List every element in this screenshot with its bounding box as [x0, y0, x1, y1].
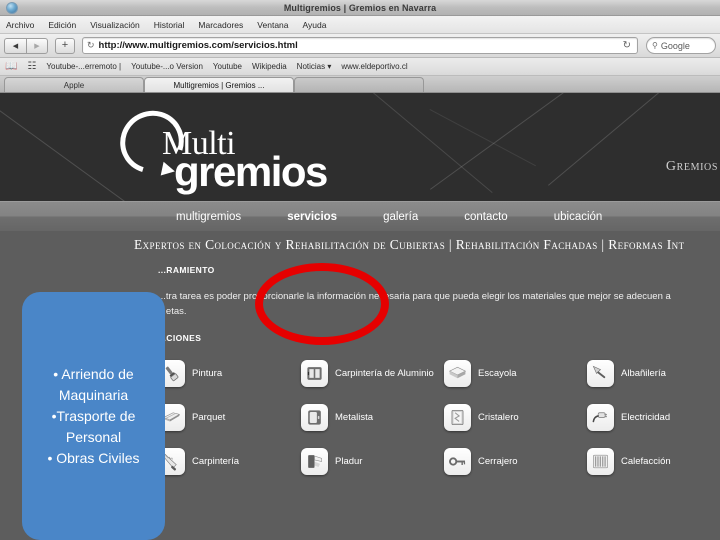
address-bar-url: http://www.multigremios.com/servicios.ht… — [98, 40, 298, 51]
grid-icon[interactable]: ☷ — [27, 61, 36, 72]
service-item-escayola[interactable]: Escayola — [444, 351, 587, 395]
annotation-line-2: •Trasporte de — [51, 407, 136, 424]
site-nav-multigremios[interactable]: multigremios — [176, 211, 241, 223]
bookmark-item-0[interactable]: Youtube-...erremoto | — [46, 62, 121, 71]
service-label: Carpintería — [192, 455, 239, 467]
menu-archivo[interactable]: Archivo — [6, 20, 34, 30]
refresh-icon[interactable]: ↻ — [623, 40, 633, 51]
service-label: Cerrajero — [478, 455, 518, 467]
service-label: Cristalero — [478, 411, 519, 423]
apple-logo-icon — [6, 2, 18, 14]
menu-marcadores[interactable]: Marcadores — [198, 20, 243, 30]
plasterboard-icon — [301, 447, 328, 475]
search-icon: ⚲ — [652, 41, 658, 50]
annotation-line-0: • Arriendo de — [53, 365, 134, 382]
service-label: Escayola — [478, 367, 517, 379]
menu-historial[interactable]: Historial — [154, 20, 185, 30]
site-nav-contacto[interactable]: contacto — [464, 211, 507, 223]
bookmarks-bar: 📖 ☷ Youtube-...erremoto | Youtube-...o V… — [0, 58, 720, 76]
forward-button[interactable]: ▶ — [26, 37, 48, 54]
plug-icon — [587, 403, 614, 431]
address-bar[interactable]: ↻ http://www.multigremios.com/servicios.… — [82, 37, 638, 54]
services-icon-grid: Pintura Carpintería de Aluminio Escayola — [158, 351, 720, 483]
window-title: Multigremios | Gremios en Navarra — [283, 2, 437, 13]
service-label: Calefacción — [621, 455, 671, 467]
site-tagline: Expertos en Colocación y Rehabilitación … — [0, 231, 720, 259]
service-label: Parquet — [192, 411, 226, 423]
header-diagonal-line — [429, 109, 536, 167]
service-item-albanileria[interactable]: Albañilería — [587, 351, 720, 395]
application-menubar: Archivo Edición Visualización Historial … — [0, 16, 720, 34]
browser-toolbar: ◀ ▶ + ↻ http://www.multigremios.com/serv… — [0, 34, 720, 58]
bookmark-item-4[interactable]: Noticias ▾ — [297, 62, 332, 71]
service-label: Pladur — [335, 455, 363, 467]
tab-multigremios[interactable]: Multigremios | Gremios ... — [144, 77, 294, 92]
service-item-carpinteria-aluminio[interactable]: Carpintería de Aluminio — [301, 351, 444, 395]
site-nav-servicios[interactable]: servicios — [287, 211, 337, 223]
annotation-line-1: Maquinaria — [58, 386, 129, 403]
metal-door-icon — [301, 403, 328, 431]
site-header: Multi gremios Gremios — [0, 93, 720, 201]
service-item-cerrajero[interactable]: Cerrajero — [444, 439, 587, 483]
tab-apple[interactable]: Apple — [4, 77, 144, 92]
glass-pane-icon — [444, 403, 471, 431]
tab-empty[interactable] — [294, 77, 424, 92]
menu-visualizacion[interactable]: Visualización — [90, 20, 139, 30]
bookmark-item-5[interactable]: www.eldeportivo.cl — [341, 62, 407, 71]
service-item-metalista[interactable]: Metalista — [301, 395, 444, 439]
tab-bar: Apple Multigremios | Gremios ... — [0, 76, 720, 93]
trowel-icon — [587, 359, 614, 387]
service-item-calefaccion[interactable]: Calefacción — [587, 439, 720, 483]
bookmark-item-1[interactable]: Youtube-...o Version — [131, 62, 203, 71]
header-diagonal-line — [430, 93, 674, 190]
annotation-panel: • Arriendo de Maquinaria •Trasporte de P… — [22, 292, 165, 540]
back-button[interactable]: ◀ — [4, 37, 26, 54]
service-item-parquet[interactable]: Parquet — [158, 395, 301, 439]
service-label: Carpintería de Aluminio — [335, 367, 434, 379]
site-nav-galeria[interactable]: galería — [383, 211, 418, 223]
search-engine-label: Google — [660, 40, 690, 51]
section-heading-prestaciones: ...CIONES — [158, 333, 202, 343]
search-box[interactable]: ⚲ Google — [646, 37, 716, 54]
new-tab-button[interactable]: + — [55, 37, 75, 54]
logo-text-gremios: gremios — [174, 148, 328, 195]
reload-icon[interactable]: ↻ — [87, 40, 95, 51]
header-diagonal-line — [354, 93, 493, 193]
bookmark-item-3[interactable]: Wikipedia — [252, 62, 287, 71]
menu-ayuda[interactable]: Ayuda — [303, 20, 327, 30]
service-label: Albañilería — [621, 367, 666, 379]
screenshot-root: Multigremios | Gremios en Navarra Archiv… — [0, 0, 720, 540]
menu-ventana[interactable]: Ventana — [257, 20, 288, 30]
nav-button-group: ◀ ▶ — [4, 37, 48, 54]
section-heading-asesoramiento: ...RAMIENTO — [158, 265, 215, 275]
aluminium-window-icon — [301, 359, 328, 387]
section-paragraph-continued: ...etas. — [158, 306, 187, 317]
annotation-line-4: • Obras Civiles — [47, 449, 140, 466]
site-navigation: multigremios servicios galería contacto … — [0, 201, 720, 231]
site-nav-ubicacion[interactable]: ubicación — [554, 211, 603, 223]
service-label: Pintura — [192, 367, 223, 379]
header-right-text: Gremios — [665, 159, 718, 174]
menu-edicion[interactable]: Edición — [48, 20, 76, 30]
key-icon — [444, 447, 471, 475]
service-item-pintura[interactable]: Pintura — [158, 351, 301, 395]
service-item-electricidad[interactable]: Electricidad — [587, 395, 720, 439]
site-logo[interactable]: Multi gremios — [109, 99, 328, 195]
book-icon[interactable]: 📖 — [5, 61, 17, 72]
service-item-pladur[interactable]: Pladur — [301, 439, 444, 483]
service-item-cristalero[interactable]: Cristalero — [444, 395, 587, 439]
section-paragraph: ...tra tarea es poder proporcionarle la … — [158, 291, 671, 302]
bookmark-item-2[interactable]: Youtube — [213, 62, 242, 71]
radiator-icon — [587, 447, 614, 475]
service-label: Electricidad — [621, 411, 671, 423]
plaster-board-icon — [444, 359, 471, 387]
annotation-line-3: Personal — [65, 428, 122, 445]
service-label: Metalista — [335, 411, 374, 423]
service-item-carpinteria[interactable]: Carpintería — [158, 439, 301, 483]
window-titlebar: Multigremios | Gremios en Navarra — [0, 0, 720, 16]
